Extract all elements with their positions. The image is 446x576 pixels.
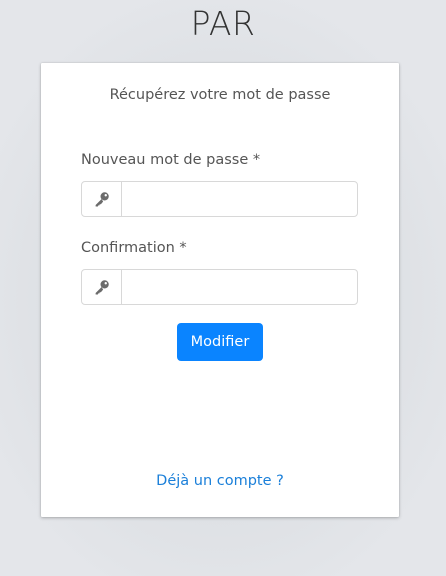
key-icon — [82, 270, 122, 304]
form-subtitle: Récupérez votre mot de passe — [109, 87, 331, 103]
app-title: PAR — [190, 4, 256, 43]
key-icon — [82, 182, 122, 216]
confirmation-group — [81, 269, 358, 305]
confirmation-input[interactable] — [122, 270, 357, 304]
modify-button[interactable]: Modifier — [177, 323, 263, 361]
new-password-label: Nouveau mot de passe * — [81, 152, 261, 168]
existing-account-link[interactable]: Déjà un compte ? — [41, 473, 399, 489]
password-reset-card: Récupérez votre mot de passe Nouveau mot… — [41, 63, 399, 517]
confirmation-label: Confirmation * — [81, 240, 187, 256]
new-password-group — [81, 181, 358, 217]
new-password-input[interactable] — [122, 182, 357, 216]
